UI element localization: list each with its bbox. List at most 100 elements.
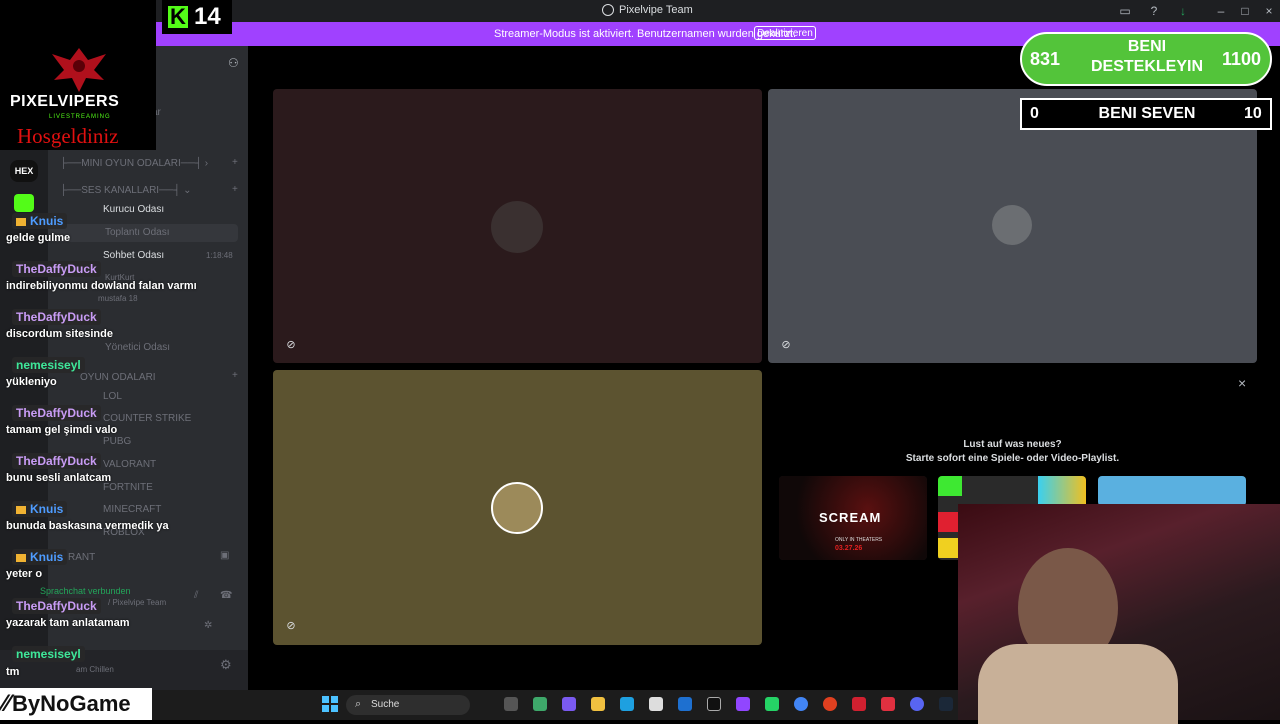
store-icon[interactable] <box>649 697 663 711</box>
card-date: 03.27.26 <box>835 545 863 552</box>
add-channel-icon[interactable]: + <box>232 157 238 168</box>
goal-label-2: DESTEKLEYIN <box>1090 58 1203 75</box>
goal-widget: 831 BENI DESTEKLEYIN 1100 <box>1020 32 1272 86</box>
chat-username: Knuis <box>12 501 68 517</box>
search-placeholder: Suche <box>371 699 400 710</box>
sponsor-label: ByNoGame <box>12 691 131 716</box>
title-bar <box>156 0 1280 22</box>
server-icon-hex[interactable]: HEX <box>10 160 38 182</box>
discord-icon[interactable] <box>910 697 924 711</box>
brand-subtitle: LIVESTREAMING <box>49 114 111 120</box>
chat-username-text: Knuis <box>30 550 64 564</box>
promo-subheading: Starte sofort eine Spiele- oder Video-Pl… <box>905 453 1120 464</box>
browser-icon[interactable] <box>823 697 837 711</box>
card-block <box>938 538 958 558</box>
whatsapp-icon[interactable] <box>765 697 779 711</box>
inbox-icon[interactable]: ▭ <box>1118 4 1132 18</box>
chrome-icon[interactable] <box>794 697 808 711</box>
chat-username: Knuis <box>12 549 68 565</box>
download-icon[interactable]: ↓ <box>1176 4 1190 18</box>
sponsor-badge: ⁄⁄ ByNoGame <box>0 688 152 720</box>
twitch-icon[interactable] <box>736 697 750 711</box>
chat-username: TheDaffyDuck <box>12 405 101 421</box>
windows-logo-icon <box>322 705 329 712</box>
tiktok-icon[interactable] <box>707 697 721 711</box>
promo-heading: Lust auf was neues? <box>963 439 1062 450</box>
app-icon[interactable] <box>852 697 866 711</box>
chat-username: TheDaffyDuck <box>12 453 101 469</box>
start-button[interactable] <box>322 696 338 712</box>
maximize-icon[interactable]: □ <box>1238 4 1252 18</box>
taskbar-search[interactable] <box>346 695 470 715</box>
search-icon: ⌕ <box>355 698 362 710</box>
playlist-card-map[interactable] <box>1098 476 1246 506</box>
banner-text: Streamer-Modus ist aktiviert. Benutzerna… <box>494 28 797 40</box>
chat-message: tm <box>6 666 20 678</box>
task-view-icon[interactable] <box>504 697 518 711</box>
kick-viewer-badge: K 14 <box>162 0 232 34</box>
category-ses-kanallari[interactable]: ├──SES KANALLARI──┤ ⌄ <box>60 185 192 196</box>
minimize-icon[interactable]: – <box>1214 4 1228 18</box>
brand-name: PIXELVIPERS <box>10 93 120 110</box>
crown-badge-icon <box>16 505 26 514</box>
card-subtitle: ONLY IN THEATERS <box>835 537 883 543</box>
card-block <box>938 476 962 496</box>
category-mini-oyun[interactable]: ├──MINI OYUN ODALARI──┤ › <box>60 158 208 169</box>
mail-icon[interactable] <box>678 697 692 711</box>
deactivate-button[interactable]: Deaktivieren <box>754 26 816 40</box>
edge-icon[interactable] <box>620 697 634 711</box>
crown-badge-icon <box>16 553 26 562</box>
kick-viewer-count: 14 <box>194 3 221 30</box>
love-label: BENI SEVEN <box>1098 105 1196 122</box>
chat-username: nemesiseyl <box>12 646 85 662</box>
chat-overlay: Knuis gelde gulme TheDaffyDuck indirebil… <box>0 208 240 688</box>
participant-tile[interactable]: ⊘ <box>273 89 762 363</box>
chat-username: nemesiseyl <box>12 357 85 373</box>
chat-username-text: Knuis <box>30 502 64 516</box>
steam-icon[interactable] <box>939 697 953 711</box>
participant-tile[interactable]: ⊘ <box>768 89 1257 363</box>
discord-icon <box>602 4 614 16</box>
chat-username: TheDaffyDuck <box>12 598 101 614</box>
welcome-text: Hosgeldiniz <box>17 124 119 148</box>
participant-tile[interactable]: ⊘ <box>273 370 762 645</box>
phoenix-logo-icon <box>52 48 106 92</box>
copilot-icon[interactable] <box>562 697 576 711</box>
love-current: 0 <box>1030 105 1039 122</box>
close-promo-icon[interactable]: × <box>1238 375 1246 391</box>
help-icon[interactable]: ? <box>1147 4 1161 18</box>
close-window-icon[interactable]: × <box>1262 4 1276 18</box>
love-widget: 0 BENI SEVEN 10 <box>1020 98 1272 130</box>
webcam-person-body <box>978 644 1178 724</box>
windows-logo-icon <box>331 705 338 712</box>
chat-username: Knuis <box>12 213 68 229</box>
participant-avatar <box>491 201 543 253</box>
participant-avatar <box>491 482 543 534</box>
category-label: SES KANALLARI <box>81 185 160 196</box>
bynogame-logo-icon: ⁄⁄ <box>2 690 11 717</box>
mic-muted-icon: ⊘ <box>781 339 791 351</box>
window-title: Pixelvipe Team <box>602 4 693 16</box>
chat-message: yazarak tam anlatamam <box>6 617 130 629</box>
goal-target: 1100 <box>1222 49 1262 69</box>
goal-label-1: BENI <box>1127 38 1167 55</box>
kick-logo-icon: K <box>168 6 188 28</box>
file-explorer-icon[interactable] <box>591 697 605 711</box>
category-label: MINI OYUN ODALARI <box>81 158 181 169</box>
chat-message: yeter o <box>6 568 43 580</box>
windows-logo-icon <box>322 696 329 703</box>
chat-message: yükleniyo <box>6 376 57 388</box>
playlist-card-scream[interactable]: SCREAM ONLY IN THEATERS 03.27.26 <box>779 476 927 560</box>
mute-icon: ⊘ <box>286 620 296 632</box>
app-icon[interactable] <box>533 697 547 711</box>
chat-message: indirebiliyonmu dowland falan varmı <box>6 280 197 292</box>
chat-message: bunuda baskasına vermedik ya <box>6 520 169 532</box>
participant-avatar <box>992 205 1032 245</box>
add-member-icon[interactable]: ⚇ <box>228 56 239 70</box>
mute-icon: ⊘ <box>286 339 296 351</box>
pocket-icon[interactable] <box>881 697 895 711</box>
add-channel-icon[interactable]: + <box>232 184 238 195</box>
windows-logo-icon <box>331 696 338 703</box>
chat-message: discordum sitesinde <box>6 328 113 340</box>
chat-message: tamam gel şimdi valo <box>6 424 118 436</box>
